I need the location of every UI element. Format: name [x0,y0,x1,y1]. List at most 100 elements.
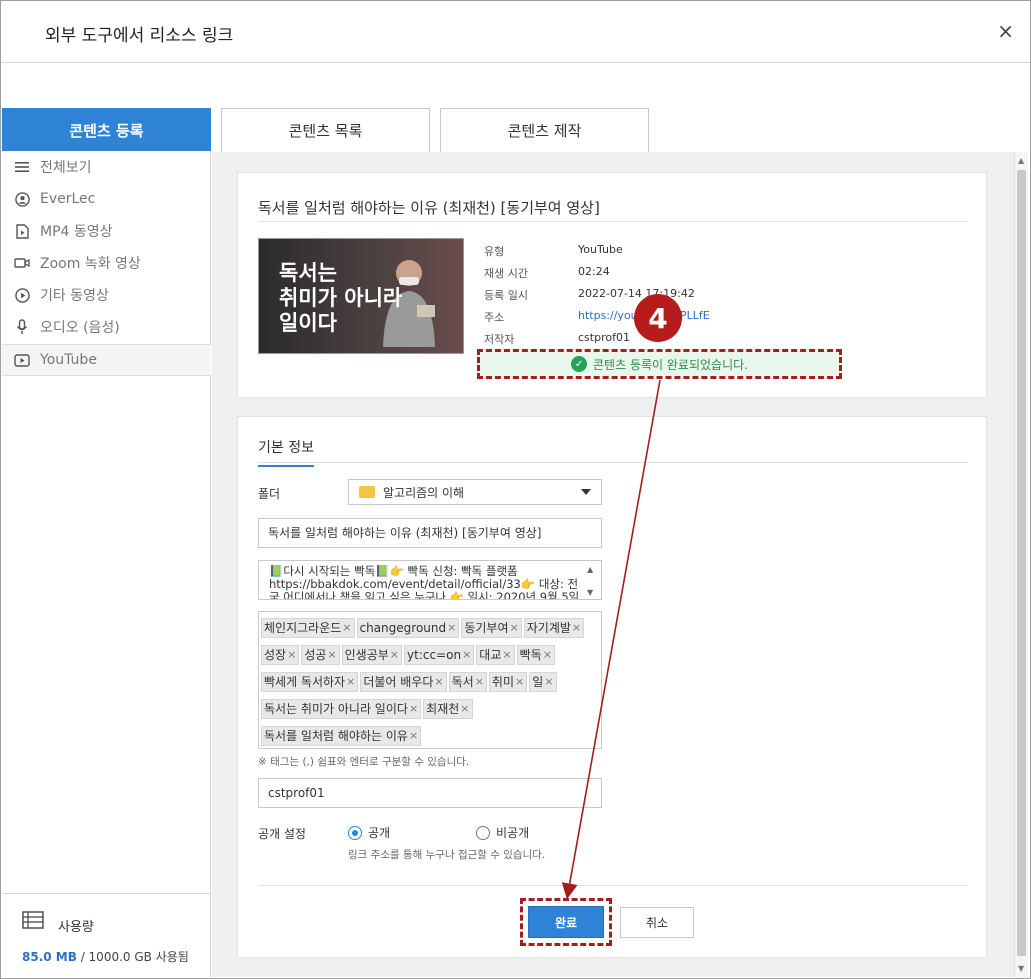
tag-remove-icon[interactable]: × [287,648,296,661]
tag-chip: 성장 × [261,644,300,665]
sidebar-item-youtube[interactable]: YouTube [2,344,211,376]
tag-chip: 성공 × [301,644,340,665]
tag-remove-icon[interactable]: × [447,621,456,634]
scroll-up-arrow-icon[interactable]: ▲ [1018,156,1024,165]
tag-chip: 빡독 × [516,644,555,665]
scrollbar-thumb[interactable] [1017,170,1026,956]
success-message: 콘텐츠 등록이 완료되었습니다. [593,357,748,372]
tag-remove-icon[interactable]: × [409,702,418,715]
tab-content-list[interactable]: 콘텐츠 목록 [221,108,430,152]
play-circle-icon [14,287,30,303]
title-input[interactable]: 독서를 일처럼 해야하는 이유 (최재천) [동기부여 영상] [258,518,602,548]
everlec-icon [14,191,30,207]
tag-chip: 최재천 × [423,698,473,719]
tag-row: 체인지그라운드 × changeground × 동기부여 × 자기계발 × [261,614,599,641]
tag-chip: 빡세게 독서하자 × [261,671,359,692]
youtube-icon [14,352,30,368]
tag-row: 독서는 취미가 아니라 일이다 × 최재천 × [261,695,599,722]
meta-value-type: YouTube [578,243,623,256]
step-number-badge: 4 [634,294,682,342]
tag-chip: 취미 × [488,671,528,692]
author-input[interactable]: cstprof01 [258,778,602,808]
description-textarea[interactable]: 📗다시 시작되는 빡독📗👉 빡독 신청: 빡독 플랫폼https://bbakd… [258,560,602,600]
folder-value: 알고리즘의 이해 [383,485,465,500]
tag-remove-icon[interactable]: × [510,621,519,634]
visibility-label: 공개 설정 [258,827,306,841]
tag-hint: ※ 태그는 (,) 쉼표와 엔터로 구분할 수 있습니다. [258,756,470,768]
meta-value-registered: 2022-07-14 17:19:42 [578,287,695,300]
storage-usage: 사용량 85.0 MB / 1000.0 GB 사용됨 [2,893,211,977]
textarea-scrollbar[interactable]: ▲ ▼ [587,563,599,597]
folder-icon [359,486,375,498]
sidebar-item-label: Zoom 녹화 영상 [40,256,141,272]
radio-private-label: 비공개 [496,826,530,840]
tag-remove-icon[interactable]: × [390,648,399,661]
tag-remove-icon[interactable]: × [462,648,471,661]
radio-selected-icon [348,825,362,840]
sidebar-item-label: 기타 동영상 [40,288,109,304]
success-banner: ✓ 콘텐츠 등록이 완료되었습니다. [477,349,842,379]
divider [258,462,968,463]
tag-remove-icon[interactable]: × [502,648,511,661]
cancel-button[interactable]: 취소 [620,907,694,938]
usage-used: 85.0 MB [22,950,77,964]
description-text: 📗다시 시작되는 빡독📗👉 빡독 신청: 빡독 플랫폼https://bbakd… [269,564,580,600]
scrollbar[interactable]: ▲ ▼ [1014,152,1028,977]
camera-icon [14,255,30,271]
meta-label-type: 유형 [484,245,505,258]
tag-remove-icon[interactable]: × [460,702,469,715]
tag-remove-icon[interactable]: × [409,729,418,742]
basic-info-card: 기본 정보 폴더 알고리즘의 이해 독서를 일처럼 해야하는 이유 (최재천) … [237,416,987,958]
radio-private[interactable]: 비공개 [476,824,529,841]
usage-total: / 1000.0 GB 사용됨 [76,950,189,964]
radio-public[interactable]: 공개 [348,824,390,841]
tag-remove-icon[interactable]: × [327,648,336,661]
check-circle-icon: ✓ [571,356,588,372]
sidebar-item-other-video[interactable]: 기타 동영상 [2,279,211,311]
tags-field[interactable]: 체인지그라운드 × changeground × 동기부여 × 자기계발 × 성장 × 성… [258,611,602,749]
tag-remove-icon[interactable]: × [543,648,552,661]
tag-chip: 인생공부 × [341,644,403,665]
tag-chip: 더불어 배우다 × [360,671,447,692]
tag-chip: 독서를 일처럼 해야하는 이유 × [261,725,422,746]
tag-row: 성장 × 성공 × 인생공부 × yt:cc=on × 대교 × 빡독 × [261,641,599,668]
tag-row: 빡세게 독서하자 × 더불어 배우다 × 독서 × 취미 × 일 × [261,668,599,695]
tag-remove-icon[interactable]: × [572,621,581,634]
scroll-down-arrow-icon[interactable]: ▼ [1018,964,1024,973]
done-button[interactable]: 완료 [528,906,604,938]
tag-remove-icon[interactable]: × [346,675,355,688]
radio-public-label: 공개 [368,826,391,840]
sidebar-item-mp4[interactable]: MP4 동영상 [2,215,211,247]
tag-remove-icon[interactable]: × [515,675,524,688]
tag-chip: 체인지그라운드 × [261,617,355,638]
tag-chip: 동기부여 × [461,617,522,638]
close-icon[interactable]: × [997,21,1014,41]
visibility-hint: 링크 주소를 통해 누구나 접근할 수 있습니다. [348,849,546,861]
storage-icon [22,911,44,929]
sidebar-item-label: EverLec [40,191,96,207]
sidebar-item-zoom[interactable]: Zoom 녹화 영상 [2,247,211,279]
tab-content-register[interactable]: 콘텐츠 등록 [2,108,211,152]
divider [258,221,968,222]
meta-label-registered: 등록 일시 [484,289,528,302]
tag-remove-icon[interactable]: × [434,675,443,688]
divider [258,885,968,886]
tag-remove-icon[interactable]: × [475,675,484,688]
tab-content-create[interactable]: 콘텐츠 제작 [440,108,649,152]
sidebar-item-all[interactable]: 전체보기 [2,151,211,183]
video-title: 독서를 일처럼 해야하는 이유 (최재천) [동기부여 영상] [258,199,600,217]
folder-select[interactable]: 알고리즘의 이해 [348,479,602,505]
sidebar-item-label: YouTube [40,352,97,368]
sidebar-item-audio[interactable]: 오디오 (음성) [2,311,211,343]
sidebar-item-label: 전체보기 [40,160,92,176]
microphone-icon [14,319,30,335]
tag-chip: 독서 × [448,671,487,692]
folder-label: 폴더 [258,487,281,501]
tag-chip: 일 × [529,671,557,692]
sidebar-item-everlec[interactable]: EverLec [2,183,211,215]
mp4-file-icon [14,223,30,239]
meta-label-duration: 재생 시간 [484,267,528,280]
tag-remove-icon[interactable]: × [342,621,351,634]
tag-remove-icon[interactable]: × [544,675,553,688]
tag-chip: changeground × [356,617,460,638]
